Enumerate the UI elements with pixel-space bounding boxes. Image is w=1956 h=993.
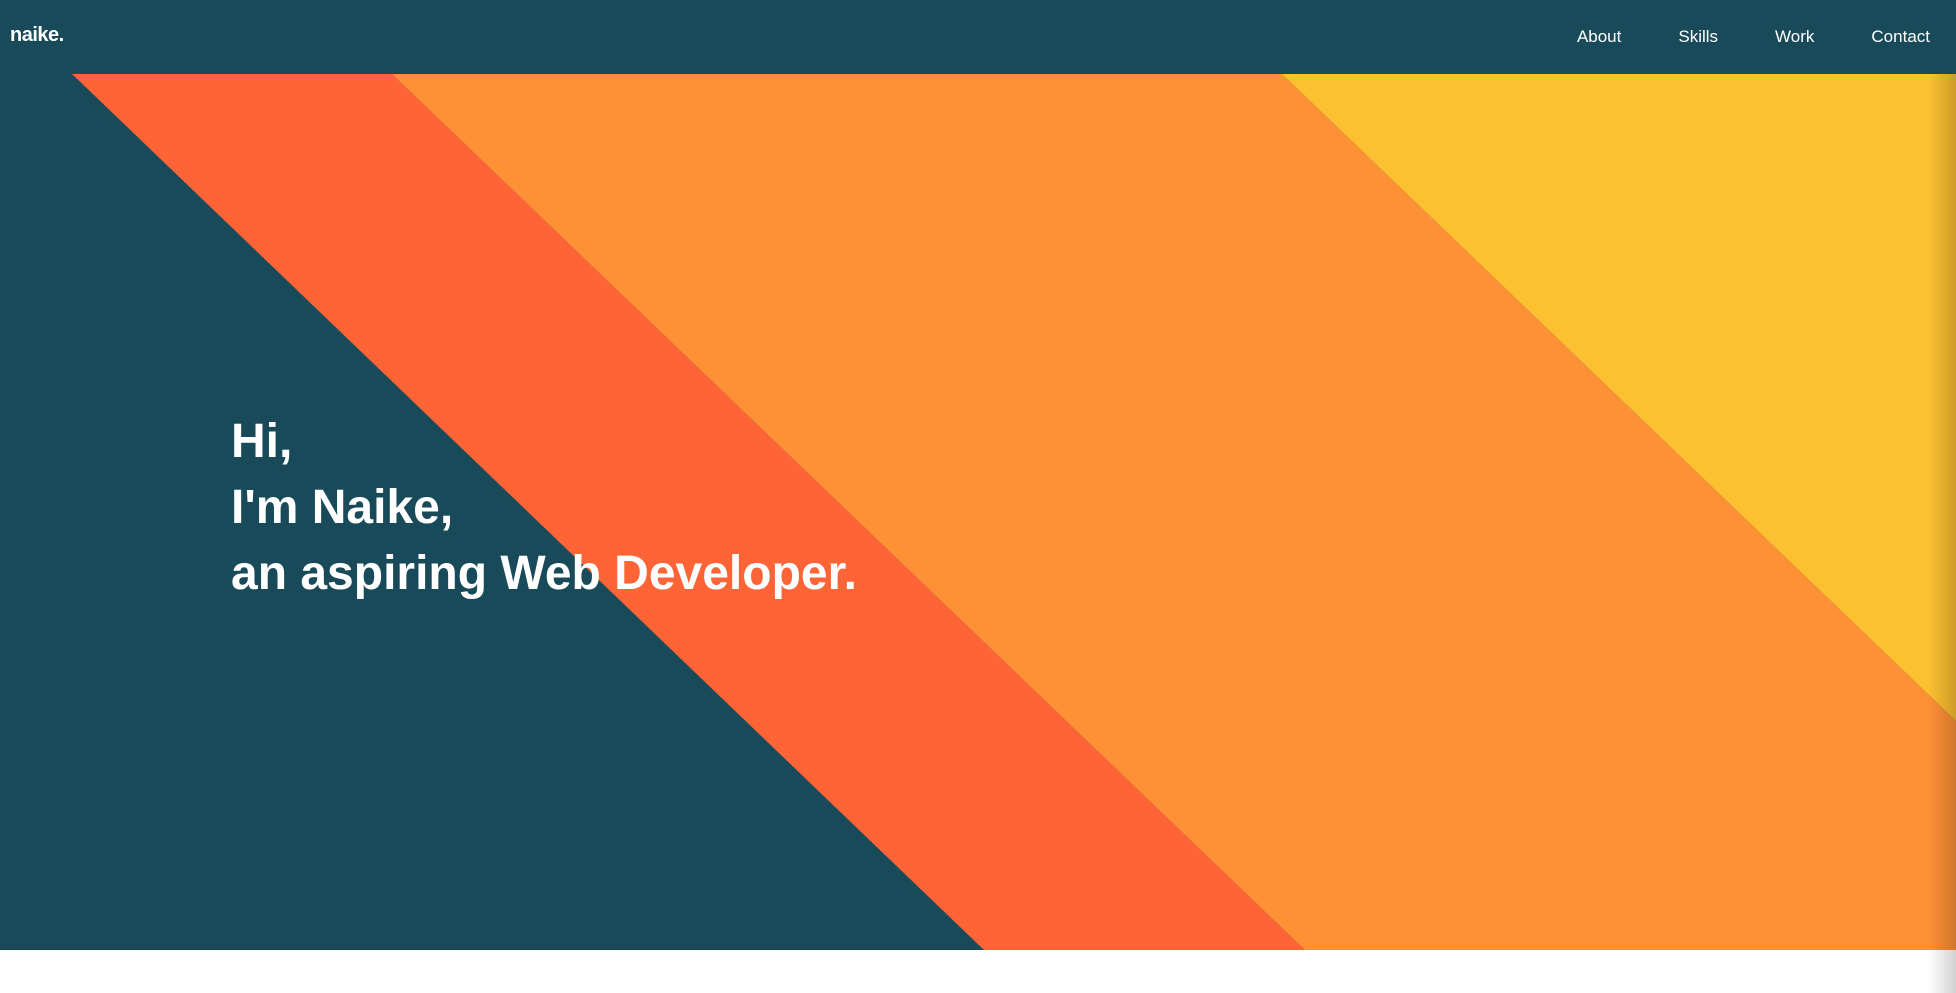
nav-link-contact[interactable]: Contact (1871, 26, 1930, 48)
site-logo[interactable]: naike. (10, 20, 64, 50)
top-navbar: naike. About Skills Work Contact (0, 0, 1956, 74)
hero-section: Hi, I'm Naike, an aspiring Web Developer… (0, 74, 1956, 950)
nav-link-skills[interactable]: Skills (1678, 26, 1718, 48)
hero-line-name: I'm Naike, (231, 481, 454, 534)
nav-links: About Skills Work Contact (1520, 0, 1930, 74)
hero-line-greeting: Hi, (231, 415, 293, 468)
nav-link-work[interactable]: Work (1775, 26, 1814, 48)
hero-heading: Hi, I'm Naike, an aspiring Web Developer… (231, 409, 857, 607)
nav-link-about[interactable]: About (1577, 26, 1621, 48)
hero-line-role: an aspiring Web Developer. (231, 547, 857, 600)
